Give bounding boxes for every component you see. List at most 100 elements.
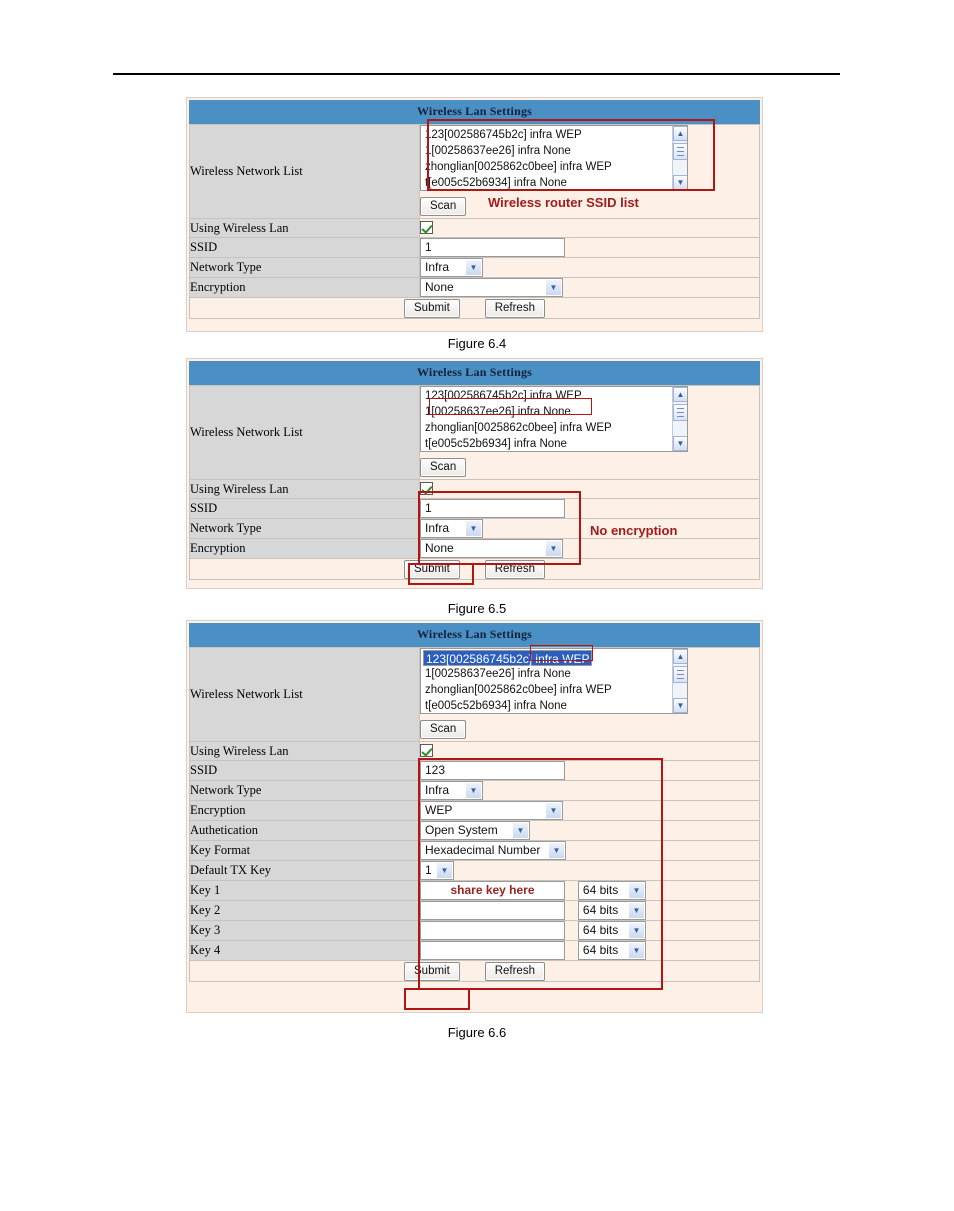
chevron-down-icon[interactable]: ▼	[546, 280, 561, 295]
cell-encryption: None ▼	[419, 538, 760, 559]
scroll-down-icon[interactable]: ▼	[673, 436, 687, 451]
chevron-down-icon[interactable]: ▼	[466, 783, 481, 798]
default-tx-key-value: 1	[425, 863, 432, 877]
refresh-button[interactable]: Refresh	[484, 299, 545, 318]
panel-title: Wireless Lan Settings	[189, 623, 760, 647]
table-row: SSID 123	[189, 760, 760, 781]
table-row: Key 4 64 bits ▼	[189, 940, 760, 961]
wireless-network-listbox[interactable]: 123[002586745b2c] infra WEP 1[00258637ee…	[420, 386, 688, 452]
network-type-select[interactable]: Infra ▼	[420, 258, 483, 277]
key4-bits-select[interactable]: 64 bits ▼	[577, 941, 646, 960]
listbox-scrollbar[interactable]: ▲ ▼	[672, 387, 687, 451]
wireless-network-listbox[interactable]: 123[002586745b2c] infra WEP 1[00258637ee…	[420, 648, 688, 714]
label-key4: Key 4	[189, 940, 420, 961]
list-item[interactable]: zhonglian[0025862c0bee] infra WEP	[423, 159, 687, 175]
scrollbar-thumb[interactable]	[673, 404, 687, 421]
cell-ssid: 123	[419, 760, 760, 781]
encryption-select[interactable]: None ▼	[420, 278, 563, 297]
ssid-input[interactable]: 1	[420, 499, 565, 518]
scan-button[interactable]: Scan	[420, 458, 467, 477]
label-network-type: Network Type	[189, 780, 420, 801]
using-wireless-lan-checkbox[interactable]	[420, 482, 433, 496]
refresh-button[interactable]: Refresh	[484, 962, 545, 981]
network-type-select[interactable]: Infra ▼	[420, 519, 483, 538]
table-row: Submit Refresh	[189, 297, 760, 319]
listbox-scrollbar[interactable]: ▲ ▼	[672, 649, 687, 713]
list-item[interactable]: t[e005c52b6934] infra None	[423, 436, 687, 451]
chevron-down-icon[interactable]: ▼	[628, 883, 644, 898]
key2-input[interactable]	[420, 901, 565, 920]
cell-key2: 64 bits ▼	[419, 900, 760, 921]
scrollbar-thumb[interactable]	[673, 143, 687, 160]
scroll-down-icon[interactable]: ▼	[673, 175, 687, 190]
chevron-down-icon[interactable]: ▼	[549, 843, 564, 858]
label-wireless-network-list: Wireless Network List	[189, 124, 420, 219]
submit-button[interactable]: Submit	[404, 299, 460, 318]
using-wireless-lan-checkbox[interactable]	[420, 744, 433, 758]
table-row: Network Type Infra ▼	[189, 257, 760, 278]
scroll-down-icon[interactable]: ▼	[673, 698, 687, 713]
wireless-settings-form: Wireless Network List 123[002586745b2c] …	[189, 124, 760, 319]
encryption-select[interactable]: WEP ▼	[420, 801, 563, 820]
key1-input[interactable]: share key here	[420, 881, 565, 900]
scroll-up-icon[interactable]: ▲	[673, 649, 687, 664]
list-item[interactable]: 123[002586745b2c] infra WEP	[423, 388, 687, 404]
key3-bits-select[interactable]: 64 bits ▼	[577, 921, 646, 940]
wireless-lan-settings-panel-65: Wireless Lan Settings Wireless Network L…	[186, 358, 763, 589]
submit-button[interactable]: Submit	[404, 560, 460, 579]
form-actions: Submit Refresh	[189, 960, 760, 982]
figure-caption-64: Figure 6.4	[447, 336, 507, 351]
label-ssid: SSID	[189, 498, 420, 519]
list-item[interactable]: 1[00258637ee26] infra None	[423, 404, 687, 420]
scrollbar-thumb[interactable]	[673, 666, 687, 683]
chevron-down-icon[interactable]: ▼	[513, 823, 528, 838]
list-item-selected[interactable]: 123[002586745b2c] infra WEP	[423, 650, 593, 666]
chevron-down-icon[interactable]: ▼	[628, 943, 644, 958]
scan-button[interactable]: Scan	[420, 720, 467, 739]
list-item[interactable]: 1[00258637ee26] infra None	[423, 143, 687, 159]
chevron-down-icon[interactable]: ▼	[466, 260, 481, 275]
key-format-value: Hexadecimal Number	[425, 843, 541, 857]
list-item[interactable]: 1[00258637ee26] infra None	[423, 666, 687, 682]
using-wireless-lan-checkbox[interactable]	[420, 221, 433, 235]
key2-bits-select[interactable]: 64 bits ▼	[577, 901, 646, 920]
key2-bits-value: 64 bits	[582, 903, 619, 917]
list-item[interactable]: 123[002586745b2c] infra WEP	[423, 127, 687, 143]
key-format-select[interactable]: Hexadecimal Number ▼	[420, 841, 566, 860]
chevron-down-icon[interactable]: ▼	[546, 541, 561, 556]
chevron-down-icon[interactable]: ▼	[466, 521, 481, 536]
chevron-down-icon[interactable]: ▼	[437, 863, 452, 878]
scan-button[interactable]: Scan	[420, 197, 467, 216]
cell-ssid: 1	[419, 237, 760, 258]
network-type-value: Infra	[425, 521, 450, 535]
key4-input[interactable]	[420, 941, 565, 960]
cell-wireless-network-list: 123[002586745b2c] infra WEP 1[00258637ee…	[419, 385, 760, 480]
cell-network-type: Infra ▼	[419, 257, 760, 278]
wireless-lan-settings-panel-64: Wireless Lan Settings Wireless Network L…	[186, 97, 763, 332]
submit-button[interactable]: Submit	[404, 962, 460, 981]
network-type-select[interactable]: Infra ▼	[420, 781, 483, 800]
list-item[interactable]: t[e005c52b6934] infra None	[423, 698, 687, 713]
ssid-input[interactable]: 123	[420, 761, 565, 780]
refresh-button[interactable]: Refresh	[484, 560, 545, 579]
scroll-up-icon[interactable]: ▲	[673, 126, 687, 141]
ssid-input[interactable]: 1	[420, 238, 565, 257]
key3-input[interactable]	[420, 921, 565, 940]
key1-bits-select[interactable]: 64 bits ▼	[577, 881, 646, 900]
list-item[interactable]: t[e005c52b6934] infra None	[423, 175, 687, 190]
chevron-down-icon[interactable]: ▼	[628, 903, 644, 918]
table-row: SSID 1	[189, 237, 760, 258]
chevron-down-icon[interactable]: ▼	[546, 803, 561, 818]
scroll-up-icon[interactable]: ▲	[673, 387, 687, 402]
list-item[interactable]: zhonglian[0025862c0bee] infra WEP	[423, 420, 687, 436]
listbox-scrollbar[interactable]: ▲ ▼	[672, 126, 687, 190]
encryption-select[interactable]: None ▼	[420, 539, 563, 558]
default-tx-key-select[interactable]: 1 ▼	[420, 861, 454, 880]
list-item[interactable]: zhonglian[0025862c0bee] infra WEP	[423, 682, 687, 698]
authetication-select[interactable]: Open System ▼	[420, 821, 530, 840]
table-row: Submit Refresh	[189, 558, 760, 580]
wireless-network-listbox[interactable]: 123[002586745b2c] infra WEP 1[00258637ee…	[420, 125, 688, 191]
chevron-down-icon[interactable]: ▼	[628, 923, 644, 938]
encryption-value: None	[425, 541, 454, 555]
cell-encryption: None ▼	[419, 277, 760, 298]
